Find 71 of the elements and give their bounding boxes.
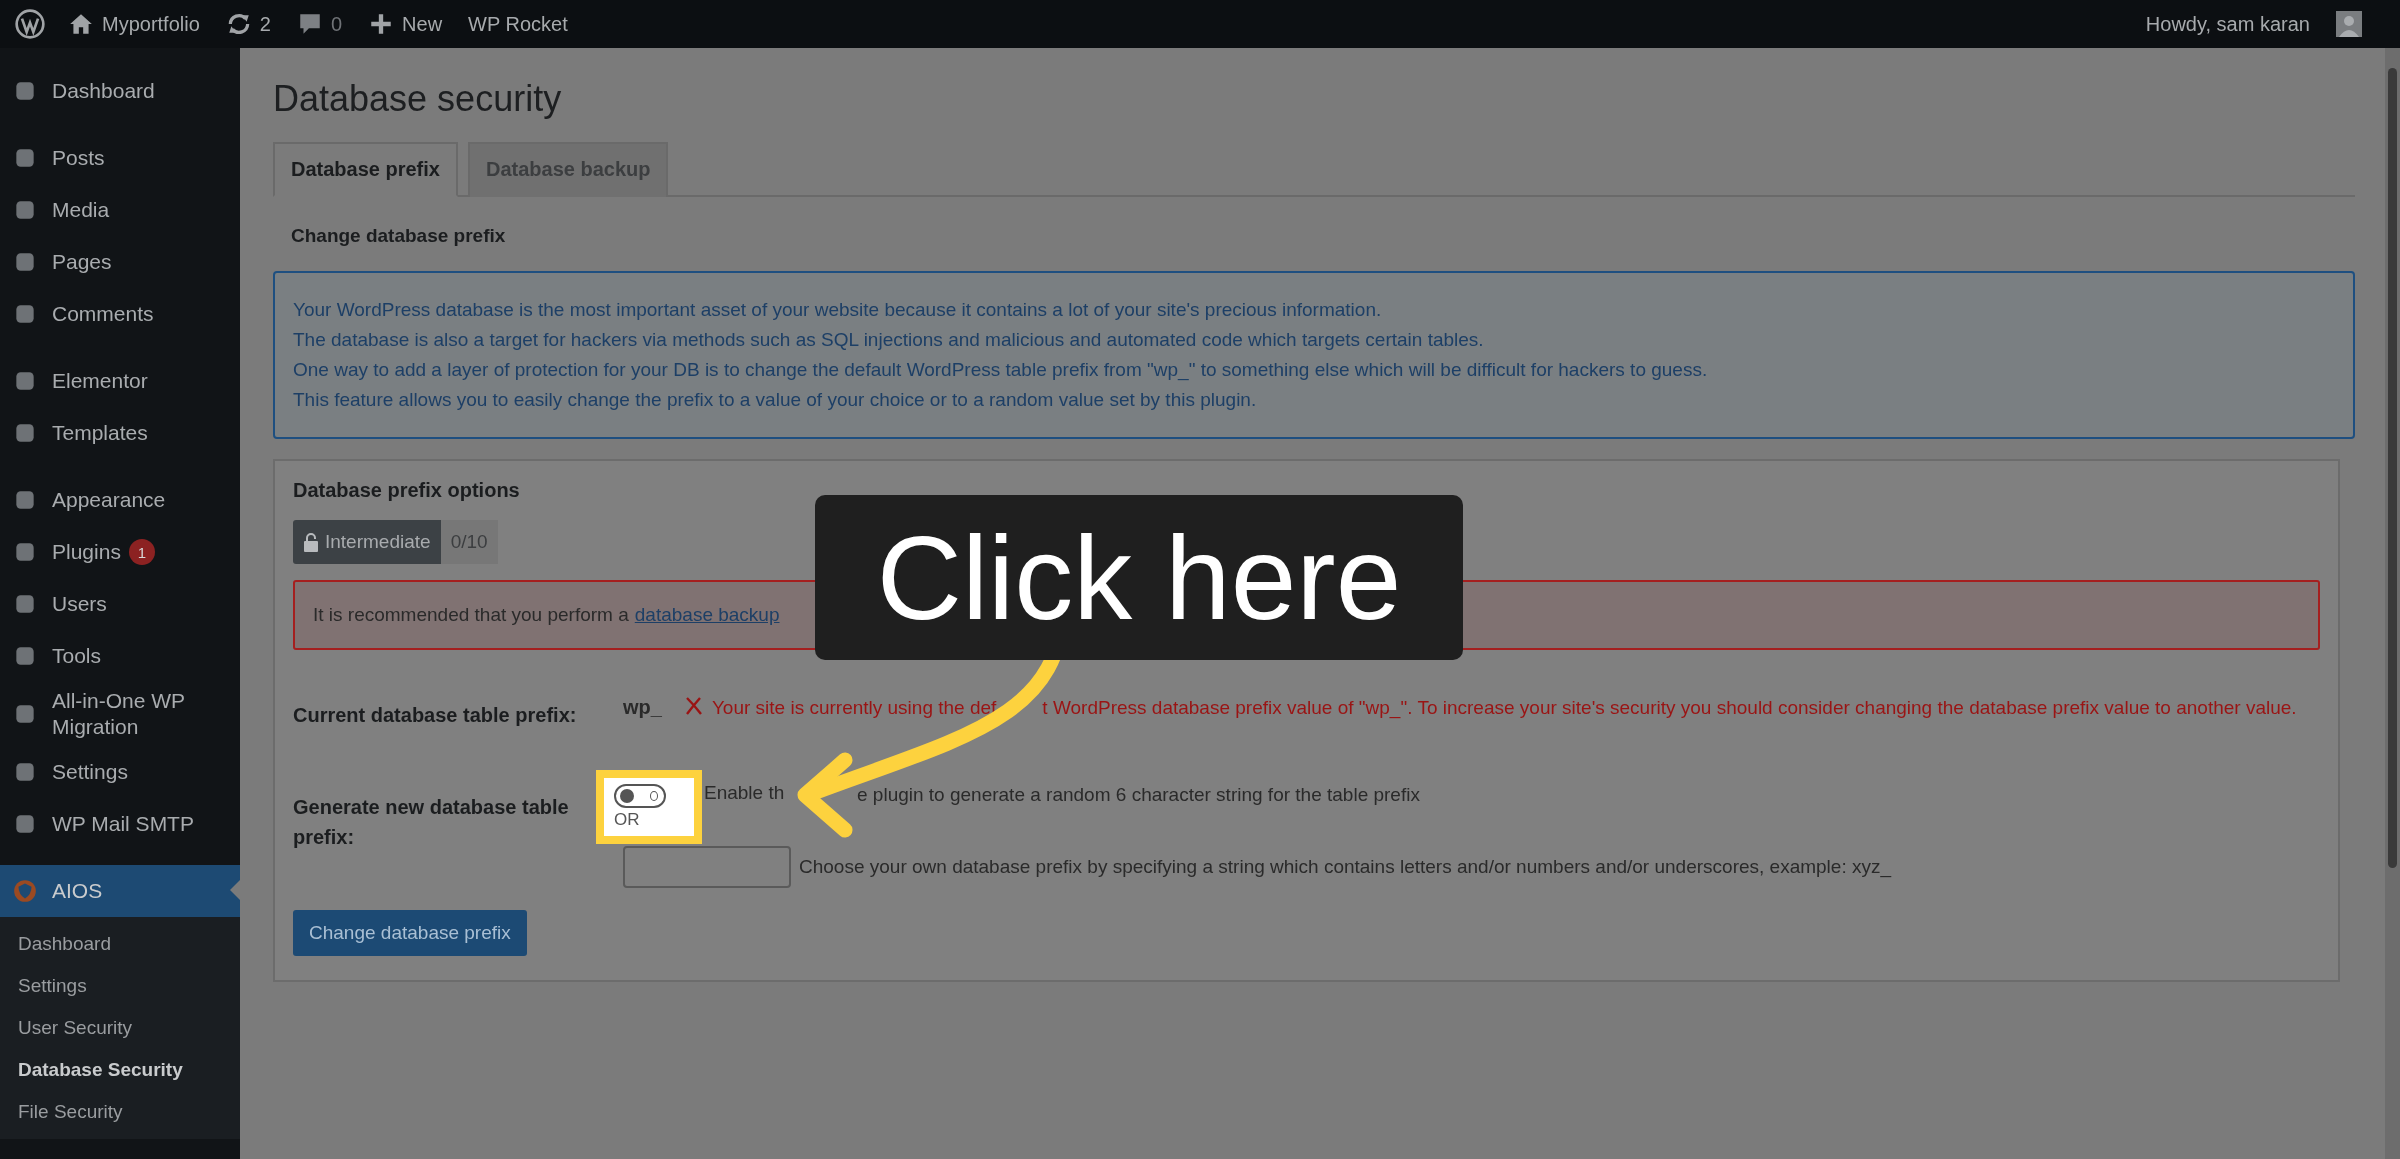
info-text: The database is also a target for hackers via methods such as SQL injections and malicious and automated code which targets certain tables. — [293, 328, 1485, 352]
menu-label: Settings — [52, 759, 128, 785]
menu-label: Tools — [52, 643, 102, 669]
menu-item[interactable]: Appearance — [0, 474, 240, 526]
submenu-item[interactable]: File Security — [0, 1091, 240, 1133]
notice-text: It is recommended that you perform a — [313, 604, 629, 626]
shield-icon — [12, 878, 38, 904]
plugin-link[interactable]: WP Rocket — [468, 12, 568, 36]
toggle-label: e plugin to generate a random 6 character string for the table prefix — [857, 784, 1420, 806]
menu-label: Appearance — [52, 487, 166, 513]
menu-item[interactable]: Elementor — [0, 355, 240, 407]
menu-label: Templates — [52, 420, 148, 446]
field-label: Generate new database table prefix: — [293, 795, 570, 850]
wordpress-logo-icon[interactable] — [14, 8, 46, 40]
active-menu-item[interactable]: AIOS — [0, 865, 240, 917]
menu-label: Pages — [52, 249, 112, 275]
info-text: Your WordPress database is the most important asset of your website because it contains a lot of your site's precious information. — [293, 298, 1383, 322]
warning-text: t WordPress database prefix value of "wp_". To increase your site's security you should consider changing the database prefix value to another value. — [1042, 697, 2297, 718]
submenu-item[interactable]: Settings — [0, 965, 240, 1007]
menu-label: Posts — [52, 145, 105, 171]
info-text: One way to add a layer of protection for your DB is to change the default WordPress table prefix from "wp_" to something else which will be difficult for hackers to guess. — [293, 358, 1709, 383]
count-badge: 1 — [128, 539, 155, 565]
menu-label: Plugins — [52, 539, 121, 565]
toggle-switch[interactable] — [614, 784, 666, 808]
menu-item[interactable]: Posts — [0, 132, 240, 184]
cross-icon — [683, 696, 704, 716]
lock-icon — [303, 532, 319, 552]
section-title: Change database prefix — [291, 225, 507, 247]
account-link[interactable]: Howdy, sam karan — [2145, 12, 2310, 36]
submenu-item[interactable]: Dashboard — [0, 923, 240, 965]
menu-label: Dashboard — [52, 78, 155, 104]
menu-item[interactable]: All-in-One WP Migration — [0, 682, 240, 746]
comments-link[interactable]: 0 — [296, 11, 343, 37]
menu-label: Comments — [52, 301, 154, 327]
prefix-input[interactable] — [623, 846, 791, 888]
menu-item[interactable]: WP Mail SMTP — [0, 798, 240, 850]
input-hint: Choose your own database prefix by specifying a string which contains letters and/or numbers and/or underscores, example: xyz_ — [799, 856, 1892, 878]
updates-link[interactable]: 2 — [225, 11, 271, 37]
menu-label: Users — [52, 591, 107, 617]
change-prefix-button[interactable]: Change database prefix — [293, 910, 527, 956]
submenu-item[interactable]: User Security — [0, 1007, 240, 1049]
page-title: Database security — [273, 78, 563, 120]
avatar-icon[interactable] — [2336, 11, 2362, 37]
callout: Click here — [815, 495, 1463, 660]
menu-item[interactable]: Plugins 1 — [0, 526, 240, 578]
toggle-label: Enable th — [704, 782, 785, 804]
new-link[interactable]: New — [368, 11, 443, 37]
level-badge: Intermediate — [293, 520, 441, 564]
scrollbar[interactable] — [2385, 48, 2400, 1159]
menu-label: WP Mail SMTP — [52, 811, 194, 837]
prefix-value: wp_ — [623, 696, 662, 718]
menu-item[interactable]: Users — [0, 578, 240, 630]
menu-label: Media — [52, 197, 110, 223]
info-text: This feature allows you to easily change the prefix to a value of your choice or to a random value set by this plugin. — [293, 388, 1258, 412]
menu-label: Elementor — [52, 368, 148, 394]
menu-item[interactable]: Comments — [0, 288, 240, 340]
tab[interactable]: Database prefix — [273, 142, 458, 197]
menu-item[interactable]: Media — [0, 184, 240, 236]
menu-item[interactable]: Settings — [0, 746, 240, 798]
site-link[interactable]: Myportfolio — [68, 11, 200, 37]
menu-item[interactable]: Tools — [0, 630, 240, 682]
score-badge: 0/10 — [440, 520, 498, 564]
menu-item[interactable]: Pages — [0, 236, 240, 288]
panel-title: Database prefix options — [293, 479, 521, 502]
field-label: Current database table prefix: — [293, 703, 578, 728]
menu-item[interactable]: Templates — [0, 407, 240, 459]
menu-item[interactable]: Dashboard — [0, 65, 240, 117]
warning-text: Your site is currently using the def — [711, 697, 997, 718]
or-text: OR — [614, 810, 641, 830]
menu-label: All-in-One WP Migration — [52, 688, 186, 740]
submenu-item[interactable]: Database Security — [0, 1049, 240, 1091]
